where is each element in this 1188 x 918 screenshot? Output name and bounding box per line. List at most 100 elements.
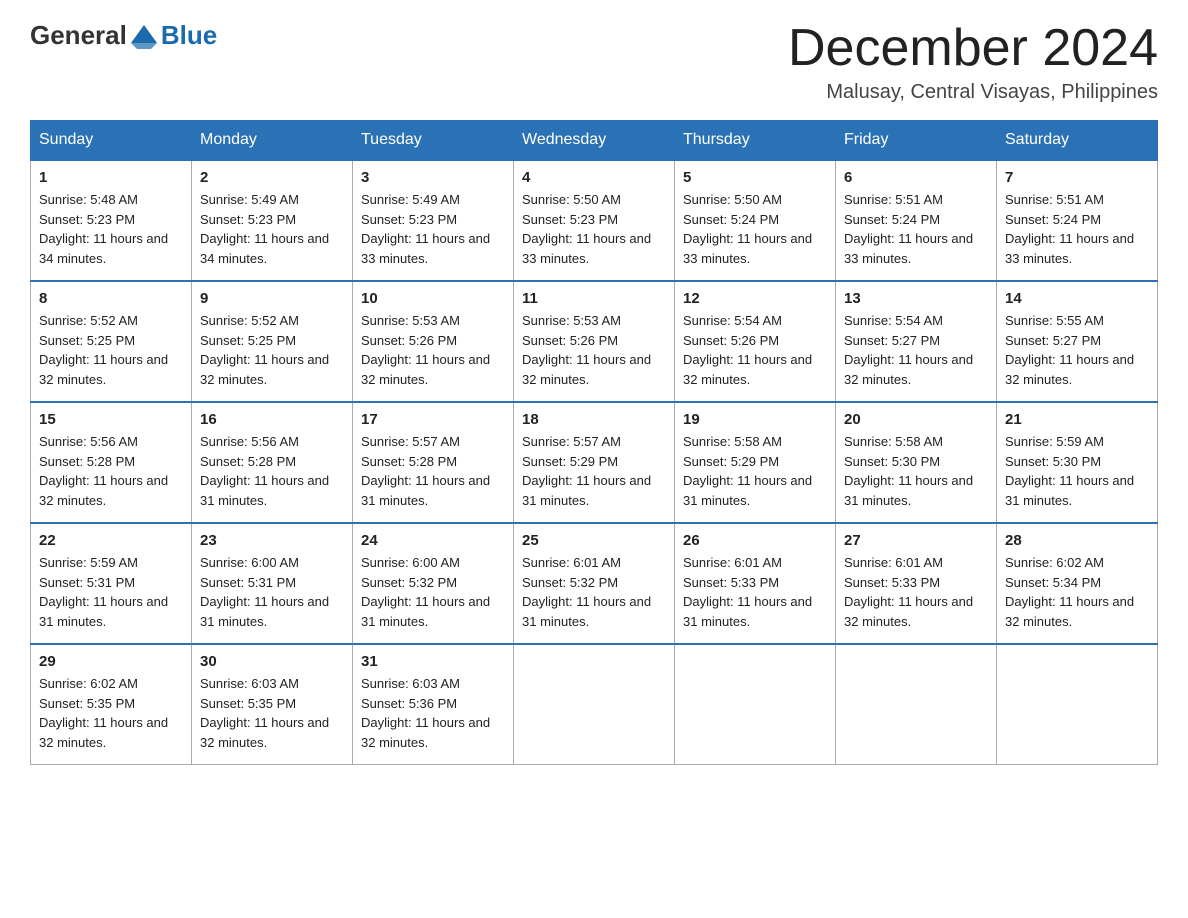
day-info: Sunrise: 6:01 AMSunset: 5:32 PMDaylight:… [522,553,666,631]
calendar-week-row: 1 Sunrise: 5:48 AMSunset: 5:23 PMDaylight… [31,160,1158,281]
calendar-cell: 19Sunrise: 5:58 AMSunset: 5:29 PMDayligh… [675,402,836,523]
day-info: Sunrise: 5:59 AMSunset: 5:30 PMDaylight:… [1005,432,1149,510]
day-info: Sunrise: 5:53 AMSunset: 5:26 PMDaylight:… [361,311,505,389]
calendar-cell: 30Sunrise: 6:03 AMSunset: 5:35 PMDayligh… [192,644,353,765]
weekday-header: Friday [836,121,997,161]
calendar-cell: 18 Sunrise: 5:57 AMSunset: 5:29 PMDayligh… [514,402,675,523]
day-number: 30 [200,653,344,670]
day-number: 19 [683,411,827,428]
day-info: Sunrise: 5:50 AMSunset: 5:23 PMDaylight:… [522,190,666,268]
day-number: 27 [844,532,988,549]
weekday-header: Tuesday [353,121,514,161]
day-info: Sunrise: 6:02 AMSunset: 5:34 PMDaylight:… [1005,553,1149,631]
day-info: Sunrise: 5:57 AMSunset: 5:28 PMDaylight:… [361,432,505,510]
calendar-cell: 27Sunrise: 6:01 AMSunset: 5:33 PMDayligh… [836,523,997,644]
calendar-cell: 17 Sunrise: 5:57 AMSunset: 5:28 PMDayligh… [353,402,514,523]
weekday-header: Saturday [997,121,1158,161]
calendar-cell: 28 Sunrise: 6:02 AMSunset: 5:34 PMDayligh… [997,523,1158,644]
day-number: 12 [683,290,827,307]
day-info: Sunrise: 5:48 AMSunset: 5:23 PMDaylight:… [39,190,183,268]
day-number: 4 [522,169,666,186]
day-number: 9 [200,290,344,307]
calendar-cell [836,644,997,765]
day-number: 11 [522,290,666,307]
logo: General Blue [30,20,217,51]
calendar-cell: 9 Sunrise: 5:52 AMSunset: 5:25 PMDaylight… [192,281,353,402]
day-number: 17 [361,411,505,428]
day-number: 1 [39,169,183,186]
day-number: 10 [361,290,505,307]
day-number: 2 [200,169,344,186]
calendar-cell: 14 Sunrise: 5:55 AMSunset: 5:27 PMDayligh… [997,281,1158,402]
day-number: 18 [522,411,666,428]
day-info: Sunrise: 5:57 AMSunset: 5:29 PMDaylight:… [522,432,666,510]
day-info: Sunrise: 5:51 AMSunset: 5:24 PMDaylight:… [844,190,988,268]
day-info: Sunrise: 6:03 AMSunset: 5:36 PMDaylight:… [361,674,505,752]
day-info: Sunrise: 5:54 AMSunset: 5:27 PMDaylight:… [844,311,988,389]
calendar-cell: 21 Sunrise: 5:59 AMSunset: 5:30 PMDayligh… [997,402,1158,523]
location-title: Malusay, Central Visayas, Philippines [788,81,1158,104]
day-number: 28 [1005,532,1149,549]
calendar-cell: 31 Sunrise: 6:03 AMSunset: 5:36 PMDayligh… [353,644,514,765]
logo-general: General [30,20,127,51]
logo-icon [129,21,159,51]
day-number: 15 [39,411,183,428]
weekday-header: Wednesday [514,121,675,161]
logo-blue: Blue [161,20,217,51]
calendar-cell: 7 Sunrise: 5:51 AMSunset: 5:24 PMDaylight… [997,160,1158,281]
calendar-cell: 6 Sunrise: 5:51 AMSunset: 5:24 PMDaylight… [836,160,997,281]
day-info: Sunrise: 5:56 AMSunset: 5:28 PMDaylight:… [200,432,344,510]
calendar-cell: 23 Sunrise: 6:00 AMSunset: 5:31 PMDayligh… [192,523,353,644]
day-info: Sunrise: 5:52 AMSunset: 5:25 PMDaylight:… [39,311,183,389]
calendar-cell: 26Sunrise: 6:01 AMSunset: 5:33 PMDayligh… [675,523,836,644]
title-block: December 2024 Malusay, Central Visayas, … [788,20,1158,104]
weekday-header: Monday [192,121,353,161]
day-number: 14 [1005,290,1149,307]
calendar-cell [675,644,836,765]
day-info: Sunrise: 6:02 AMSunset: 5:35 PMDaylight:… [39,674,183,752]
calendar-cell: 24Sunrise: 6:00 AMSunset: 5:32 PMDayligh… [353,523,514,644]
calendar-cell: 12Sunrise: 5:54 AMSunset: 5:26 PMDayligh… [675,281,836,402]
day-info: Sunrise: 5:58 AMSunset: 5:30 PMDaylight:… [844,432,988,510]
page-header: General Blue December 2024 Malusay, Cent… [30,20,1158,104]
calendar-week-row: 29 Sunrise: 6:02 AMSunset: 5:35 PMDayligh… [31,644,1158,765]
day-info: Sunrise: 5:52 AMSunset: 5:25 PMDaylight:… [200,311,344,389]
day-number: 31 [361,653,505,670]
calendar-cell: 13 Sunrise: 5:54 AMSunset: 5:27 PMDayligh… [836,281,997,402]
day-number: 16 [200,411,344,428]
calendar-cell: 3 Sunrise: 5:49 AMSunset: 5:23 PMDaylight… [353,160,514,281]
day-info: Sunrise: 5:49 AMSunset: 5:23 PMDaylight:… [200,190,344,268]
calendar-cell: 15 Sunrise: 5:56 AMSunset: 5:28 PMDayligh… [31,402,192,523]
calendar-cell: 22Sunrise: 5:59 AMSunset: 5:31 PMDayligh… [31,523,192,644]
day-number: 6 [844,169,988,186]
day-info: Sunrise: 5:49 AMSunset: 5:23 PMDaylight:… [361,190,505,268]
day-info: Sunrise: 5:53 AMSunset: 5:26 PMDaylight:… [522,311,666,389]
day-number: 20 [844,411,988,428]
calendar-cell: 4 Sunrise: 5:50 AMSunset: 5:23 PMDaylight… [514,160,675,281]
calendar-cell: 11 Sunrise: 5:53 AMSunset: 5:26 PMDayligh… [514,281,675,402]
day-number: 7 [1005,169,1149,186]
calendar-cell: 29 Sunrise: 6:02 AMSunset: 5:35 PMDayligh… [31,644,192,765]
day-info: Sunrise: 5:50 AMSunset: 5:24 PMDaylight:… [683,190,827,268]
calendar-cell [514,644,675,765]
day-info: Sunrise: 5:55 AMSunset: 5:27 PMDaylight:… [1005,311,1149,389]
day-number: 22 [39,532,183,549]
day-number: 21 [1005,411,1149,428]
day-number: 3 [361,169,505,186]
month-title: December 2024 [788,20,1158,77]
day-info: Sunrise: 6:00 AMSunset: 5:31 PMDaylight:… [200,553,344,631]
weekday-header: Thursday [675,121,836,161]
calendar-table: SundayMondayTuesdayWednesdayThursdayFrid… [30,120,1158,765]
day-number: 24 [361,532,505,549]
calendar-week-row: 8 Sunrise: 5:52 AMSunset: 5:25 PMDaylight… [31,281,1158,402]
day-number: 29 [39,653,183,670]
calendar-cell: 2 Sunrise: 5:49 AMSunset: 5:23 PMDaylight… [192,160,353,281]
day-number: 5 [683,169,827,186]
day-number: 23 [200,532,344,549]
calendar-cell: 20 Sunrise: 5:58 AMSunset: 5:30 PMDayligh… [836,402,997,523]
day-info: Sunrise: 5:56 AMSunset: 5:28 PMDaylight:… [39,432,183,510]
day-number: 13 [844,290,988,307]
day-number: 8 [39,290,183,307]
calendar-cell: 5 Sunrise: 5:50 AMSunset: 5:24 PMDaylight… [675,160,836,281]
day-info: Sunrise: 5:51 AMSunset: 5:24 PMDaylight:… [1005,190,1149,268]
